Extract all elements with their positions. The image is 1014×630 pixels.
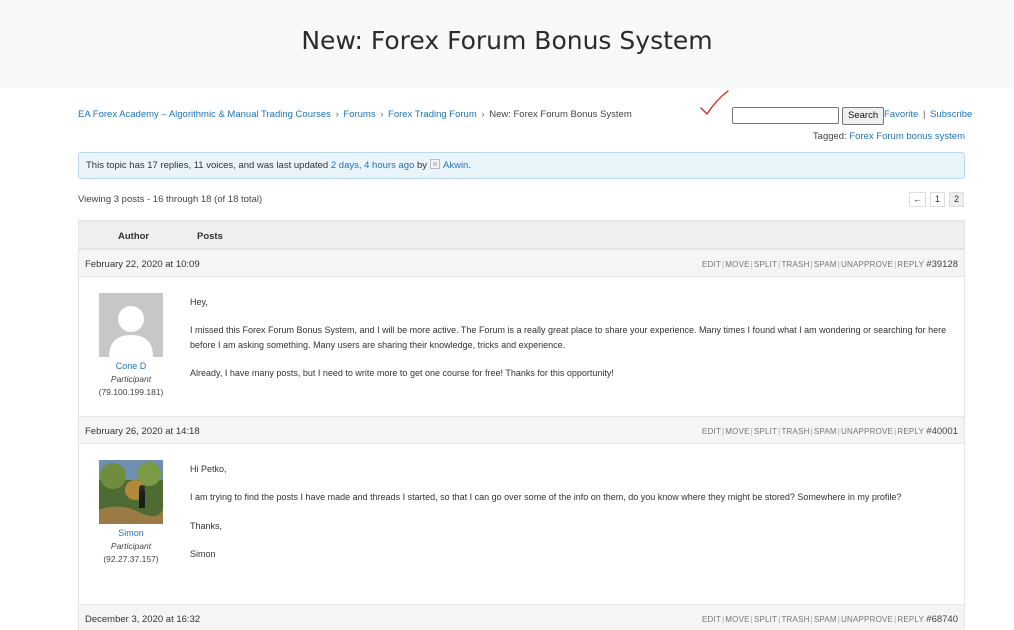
notice-suffix: . bbox=[468, 160, 471, 171]
trash-link[interactable]: TRASH bbox=[781, 615, 809, 624]
pagination: ← 1 2 bbox=[909, 192, 964, 207]
search-button[interactable]: Search bbox=[842, 106, 885, 125]
unapprove-link[interactable]: UNAPPROVE bbox=[841, 260, 893, 269]
move-link[interactable]: MOVE bbox=[725, 615, 749, 624]
photo-avatar-icon[interactable] bbox=[99, 460, 163, 524]
post-content: Hi Petko, I am trying to find the posts … bbox=[190, 462, 955, 575]
favorite-link[interactable]: Favorite bbox=[884, 109, 918, 120]
viewing-count: Viewing 3 posts - 16 through 18 (of 18 t… bbox=[78, 194, 263, 205]
unapprove-link[interactable]: UNAPPROVE bbox=[841, 427, 893, 436]
topic-posts: Author Posts February 22, 2020 at 10:09 … bbox=[78, 220, 965, 630]
post-paragraph: I missed this Forex Forum Bonus System, … bbox=[190, 325, 947, 350]
split-link[interactable]: SPLIT bbox=[754, 260, 777, 269]
breadcrumb-current: New: Forex Forum Bonus System bbox=[489, 109, 632, 120]
spam-link[interactable]: SPAM bbox=[814, 427, 837, 436]
author-role: Participant bbox=[110, 541, 152, 551]
pagination-page-1[interactable]: 1 bbox=[930, 192, 945, 207]
post-paragraph: Simon bbox=[190, 548, 216, 559]
post-date: December 3, 2020 at 16:32 bbox=[85, 614, 201, 625]
breadcrumb-separator: › bbox=[335, 109, 339, 120]
post-admin-links: EDIT|MOVE|SPLIT|TRASH|SPAM|UNAPPROVE|REP… bbox=[701, 615, 924, 624]
author-ip: (92.27.37.157) bbox=[103, 554, 159, 564]
tags-label: Tagged: bbox=[812, 131, 847, 142]
post-admin-links: EDIT|MOVE|SPLIT|TRASH|SPAM|UNAPPROVE|REP… bbox=[701, 427, 924, 436]
tag-link[interactable]: Forex Forum bonus system bbox=[849, 131, 965, 142]
post-author: Cone D Participant (79.100.199.181) bbox=[79, 293, 183, 397]
checkmark-annotation-icon bbox=[700, 90, 729, 115]
move-link[interactable]: MOVE bbox=[725, 260, 749, 269]
post-paragraph: Hi Petko, bbox=[190, 464, 227, 474]
author-name-link[interactable]: Simon bbox=[79, 528, 183, 538]
post-body: Cone D Participant (79.100.199.181) Hey,… bbox=[79, 277, 964, 416]
breadcrumb-separator: › bbox=[380, 109, 384, 120]
post-paragraph: I am trying to find the posts I have mad… bbox=[190, 492, 902, 503]
post-permalink[interactable]: #40001 bbox=[926, 426, 958, 437]
post-permalink[interactable]: #39128 bbox=[926, 259, 958, 270]
pagination-prev-button[interactable]: ← bbox=[909, 192, 926, 207]
author-name-link[interactable]: Cone D bbox=[79, 361, 183, 371]
spam-link[interactable]: SPAM bbox=[814, 615, 837, 624]
post-paragraph: Hey, bbox=[190, 297, 208, 307]
topic-info-notice: This topic has 17 replies, 11 voices, an… bbox=[78, 152, 965, 179]
default-avatar-icon[interactable] bbox=[99, 293, 163, 357]
last-user-link[interactable]: Akwin bbox=[443, 160, 468, 171]
unapprove-link[interactable]: UNAPPROVE bbox=[841, 615, 893, 624]
breadcrumb-separator: › bbox=[481, 109, 485, 120]
notice-text: This topic has 17 replies, 11 voices, an… bbox=[86, 160, 329, 171]
post-paragraph: Thanks, bbox=[190, 520, 223, 531]
last-updated-link[interactable]: 2 days, 4 hours ago bbox=[331, 160, 414, 171]
edit-link[interactable]: EDIT bbox=[702, 427, 721, 436]
author-role: Participant bbox=[110, 374, 152, 384]
column-author: Author bbox=[118, 231, 150, 242]
post-header: December 3, 2020 at 16:32 EDIT|MOVE|SPLI… bbox=[79, 604, 964, 630]
post-permalink[interactable]: #68740 bbox=[926, 614, 958, 625]
reply-link[interactable]: REPLY bbox=[897, 615, 924, 624]
pagination-page-2-current: 2 bbox=[949, 192, 964, 207]
post-content: Hey, I missed this Forex Forum Bonus Sys… bbox=[190, 295, 955, 394]
post-paragraph: Already, I have many posts, but I need t… bbox=[190, 367, 614, 378]
column-posts: Posts bbox=[197, 231, 223, 242]
split-link[interactable]: SPLIT bbox=[754, 427, 777, 436]
breadcrumb-home-link[interactable]: EA Forex Academy – Algorithmic & Manual … bbox=[78, 109, 331, 120]
breadcrumb-forex-trading-forum-link[interactable]: Forex Trading Forum bbox=[388, 109, 477, 120]
breadcrumb-forums-link[interactable]: Forums bbox=[343, 109, 375, 120]
topic-actions-separator: | bbox=[922, 109, 926, 120]
notice-by: by bbox=[416, 160, 427, 171]
posts-table-header: Author Posts bbox=[79, 221, 964, 249]
post-author: Simon Participant (92.27.37.157) bbox=[79, 460, 183, 564]
split-link[interactable]: SPLIT bbox=[754, 615, 777, 624]
move-link[interactable]: MOVE bbox=[725, 427, 749, 436]
page-header: New: Forex Forum Bonus System bbox=[0, 0, 1014, 88]
user-avatar-icon bbox=[430, 159, 440, 169]
breadcrumb: EA Forex Academy – Algorithmic & Manual … bbox=[78, 109, 632, 120]
trash-link[interactable]: TRASH bbox=[781, 260, 809, 269]
post-header: February 26, 2020 at 14:18 EDIT|MOVE|SPL… bbox=[79, 416, 964, 444]
edit-link[interactable]: EDIT bbox=[702, 260, 721, 269]
search-input[interactable] bbox=[732, 107, 839, 124]
post-body: Simon Participant (92.27.37.157) Hi Petk… bbox=[79, 444, 964, 604]
author-ip: (79.100.199.181) bbox=[98, 387, 164, 397]
post-header: February 22, 2020 at 10:09 EDIT|MOVE|SPL… bbox=[79, 249, 964, 277]
reply-link[interactable]: REPLY bbox=[897, 427, 924, 436]
post-date: February 22, 2020 at 10:09 bbox=[85, 259, 200, 270]
edit-link[interactable]: EDIT bbox=[702, 615, 721, 624]
subscribe-link[interactable]: Subscribe bbox=[930, 109, 972, 120]
page-title: New: Forex Forum Bonus System bbox=[301, 26, 713, 55]
post-date: February 26, 2020 at 14:18 bbox=[85, 426, 200, 437]
reply-link[interactable]: REPLY bbox=[897, 260, 924, 269]
search-form: Search bbox=[732, 106, 885, 125]
topic-tags: Tagged: Forex Forum bonus system bbox=[813, 131, 965, 142]
post-admin-links: EDIT|MOVE|SPLIT|TRASH|SPAM|UNAPPROVE|REP… bbox=[701, 260, 924, 269]
topic-actions: Favorite | Subscribe bbox=[884, 109, 972, 120]
spam-link[interactable]: SPAM bbox=[814, 260, 837, 269]
trash-link[interactable]: TRASH bbox=[781, 427, 809, 436]
